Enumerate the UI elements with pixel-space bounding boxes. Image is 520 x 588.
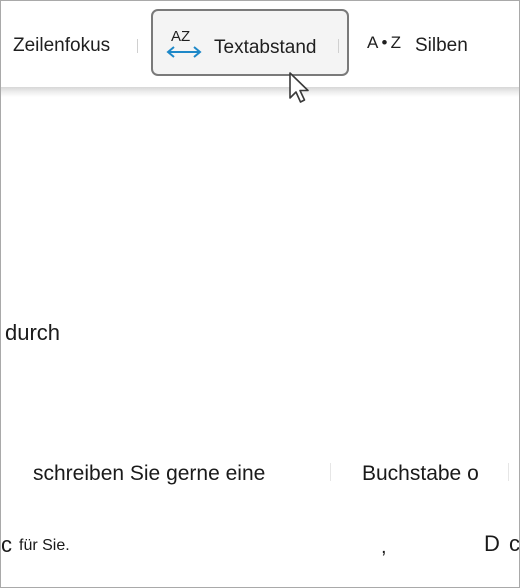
syllables-icon-letters: A•Z xyxy=(367,33,401,52)
reader-window: Zeilenfokus AZ Textabstand A•Z Silben du… xyxy=(0,0,520,588)
document-text-fragment: D xyxy=(484,531,500,556)
silben-button[interactable]: Silben xyxy=(415,35,468,57)
document-text-fragment: c xyxy=(509,531,520,556)
document-text-fragment: schreiben Sie gerne eine xyxy=(33,462,266,485)
mouse-pointer-icon xyxy=(289,72,309,103)
text-spacing-icon-letters: AZ xyxy=(171,28,190,45)
toolbar-separator xyxy=(338,39,339,53)
document-text-fragment: für Sie. xyxy=(19,537,70,554)
toolbar-shadow xyxy=(1,87,519,97)
document-text-fragment: durch xyxy=(5,320,61,345)
document-text-fragment: Buchstabe o xyxy=(362,462,479,485)
zeilenfokus-button[interactable]: Zeilenfokus xyxy=(13,35,110,57)
textabstand-label: Textabstand xyxy=(214,37,317,58)
textabstand-button[interactable]: AZ Textabstand xyxy=(151,9,349,76)
text-divider xyxy=(508,463,509,481)
document-text-fragment: , xyxy=(381,536,387,558)
syllables-icon: A•Z xyxy=(367,33,401,52)
toolbar-separator xyxy=(137,39,138,53)
toolbar: Zeilenfokus AZ Textabstand A•Z Silben xyxy=(1,1,519,89)
text-spacing-icon: AZ xyxy=(166,28,202,58)
document-text-fragment: c xyxy=(1,532,12,557)
text-divider xyxy=(330,463,331,481)
